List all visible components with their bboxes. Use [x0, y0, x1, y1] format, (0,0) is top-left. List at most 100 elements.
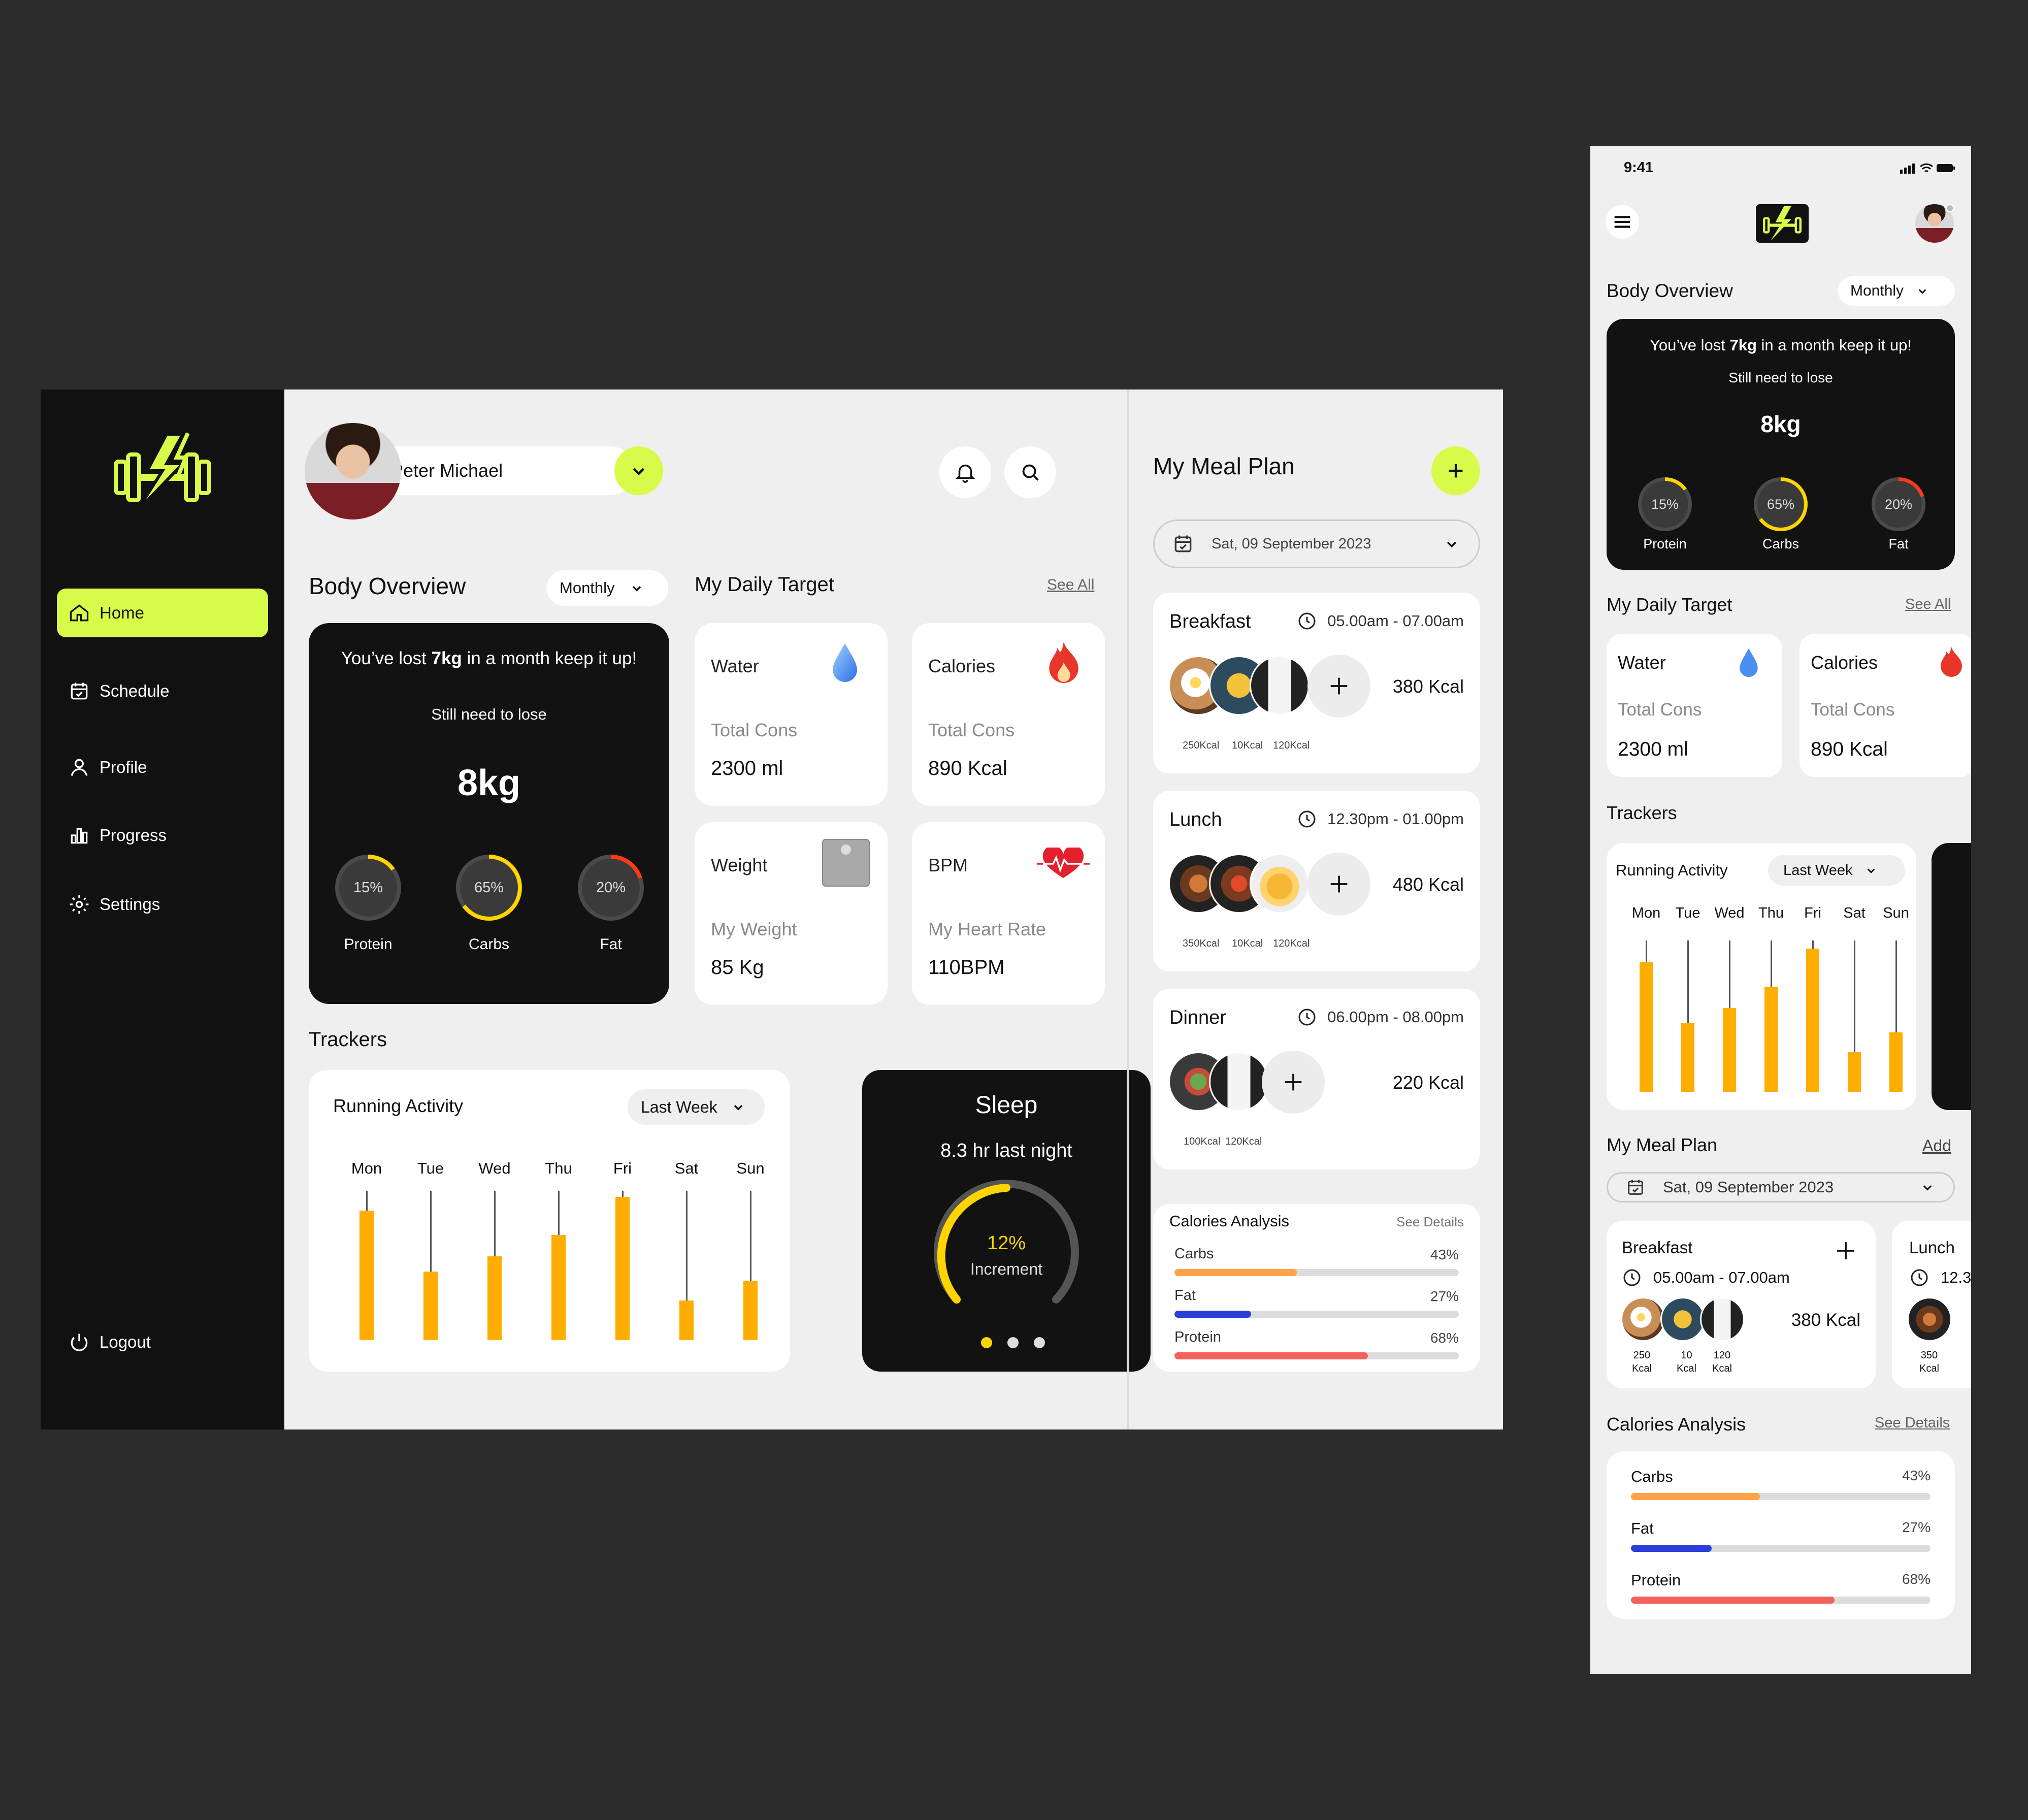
add-food-button[interactable]: [1307, 853, 1370, 916]
calories-card[interactable]: Calories Total Cons 890 Kcal: [1800, 634, 1971, 777]
see-details-link[interactable]: See Details: [1875, 1415, 1950, 1432]
see-all-link[interactable]: See All: [1905, 596, 1951, 613]
meal-card-breakfast[interactable]: Breakfast 05.00am - 07.00am 380 Kcal 250…: [1153, 593, 1480, 773]
nav-progress[interactable]: Progress: [57, 811, 268, 860]
body-overview-period-select[interactable]: Monthly: [546, 570, 668, 606]
flame-icon: [1941, 646, 1962, 677]
nav-settings[interactable]: Settings: [57, 880, 268, 929]
bar-sun[interactable]: [743, 1281, 758, 1340]
analysis-pct: 43%: [1902, 1468, 1931, 1483]
date-select[interactable]: Sat, 09 September 2023: [1153, 519, 1480, 568]
gear-icon: [70, 895, 89, 914]
food-image-banana: [1660, 1297, 1705, 1342]
bar-sat[interactable]: [1848, 1052, 1861, 1092]
sleep-card-peek[interactable]: [1932, 843, 1971, 1110]
bar-tue[interactable]: [1681, 1023, 1694, 1092]
plus-icon: [1330, 677, 1348, 695]
card-value: 2300 ml: [1618, 738, 1688, 760]
sleep-title: Sleep: [975, 1092, 1038, 1119]
nav-profile[interactable]: Profile: [57, 743, 268, 792]
calories-card[interactable]: Calories Total Cons 890 Kcal: [912, 623, 1105, 806]
running-title: Running Activity: [333, 1095, 464, 1116]
carousel-dots[interactable]: [981, 1337, 1045, 1348]
analysis-bar-protein: [1631, 1597, 1931, 1604]
bar-wed[interactable]: [1723, 1008, 1736, 1092]
bar-tue[interactable]: [423, 1272, 438, 1340]
dot-active[interactable]: [981, 1337, 992, 1348]
bar-wed[interactable]: [487, 1256, 502, 1340]
bar-thu[interactable]: [551, 1235, 566, 1340]
bar-sun[interactable]: [1889, 1032, 1903, 1092]
meal-card-breakfast[interactable]: Breakfast 05.00am - 07.00am 380 Kcal 250…: [1607, 1221, 1876, 1388]
home-icon: [70, 604, 89, 622]
card-sub: Total Cons: [1618, 700, 1702, 720]
meal-kcal: 220 Kcal: [1392, 1072, 1464, 1093]
search-button[interactable]: [1004, 446, 1056, 498]
card-title: Water: [1618, 652, 1666, 673]
nav-label: Profile: [100, 758, 147, 776]
bar-thu[interactable]: [1764, 987, 1778, 1092]
analysis-label: Protein: [1174, 1329, 1221, 1345]
daily-target-title: My Daily Target: [1607, 594, 1732, 615]
add-food-button[interactable]: [1262, 1051, 1325, 1114]
water-card[interactable]: Water Total Cons 2300 ml: [1607, 634, 1782, 777]
protein-ring: 15%: [335, 855, 401, 921]
date-select[interactable]: Sat, 09 September 2023: [1607, 1172, 1955, 1202]
plus-icon[interactable]: [1831, 1236, 1860, 1265]
meal-title: Lunch: [1909, 1238, 1955, 1257]
card-value: 890 Kcal: [1811, 738, 1888, 760]
avatar[interactable]: [305, 423, 401, 519]
chevron-down-icon: [1918, 289, 1926, 294]
analysis-bar-fill: [1174, 1311, 1252, 1318]
user-selector[interactable]: Peter Michael: [371, 446, 635, 495]
carbs-pct: 65%: [1757, 481, 1804, 528]
plus-icon: [1330, 875, 1348, 893]
body-overview-period-select[interactable]: Monthly: [1838, 276, 1955, 306]
daily-target-title: My Daily Target: [695, 573, 834, 596]
bar-mon[interactable]: [359, 1211, 374, 1340]
clock-icon: [1298, 612, 1316, 630]
user-dropdown-button[interactable]: [614, 446, 663, 495]
nav-home[interactable]: Home: [57, 589, 268, 637]
app-logo[interactable]: [107, 430, 218, 516]
tick-label-sun: Sun: [1883, 905, 1909, 921]
tick-label-wed: Wed: [1714, 905, 1745, 921]
running-period-select[interactable]: Last Week: [1768, 855, 1905, 886]
weight-card[interactable]: Weight My Weight 85 Kg: [695, 822, 888, 1005]
bar-sat[interactable]: [679, 1301, 694, 1340]
bpm-card[interactable]: BPM My Heart Rate 110BPM: [912, 822, 1105, 1005]
sleep-label: Increment: [970, 1260, 1043, 1278]
add-meal-button[interactable]: [1431, 446, 1480, 495]
meal-card-dinner[interactable]: Dinner 06.00pm - 08.00pm 220 Kcal 100Kca…: [1153, 989, 1480, 1169]
add-meal-link[interactable]: Add: [1922, 1136, 1951, 1155]
see-details-link[interactable]: See Details: [1396, 1214, 1464, 1230]
menu-button[interactable]: [1606, 205, 1639, 239]
logout-button[interactable]: Logout: [57, 1318, 268, 1367]
water-card[interactable]: Water Total Cons 2300 ml: [695, 623, 888, 806]
clock-icon: [1911, 1269, 1928, 1286]
running-period-select[interactable]: Last Week: [628, 1089, 765, 1125]
calendar-icon: [71, 682, 88, 700]
clock-icon: [1298, 1009, 1316, 1026]
meal-title: Dinner: [1169, 1007, 1226, 1028]
food-image-milk: [1700, 1297, 1745, 1342]
app-logo[interactable]: [1756, 204, 1809, 243]
see-all-link[interactable]: See All: [1047, 576, 1094, 594]
running-activity-card: Running Activity Last Week Mon Tue Wed Thu F…: [1607, 843, 1916, 1110]
running-title: Running Activity: [1616, 861, 1728, 879]
food-kcal: 10Kcal: [1232, 740, 1263, 751]
dot[interactable]: [1007, 1337, 1019, 1348]
food-image-meal: [1907, 1297, 1952, 1342]
dot[interactable]: [1034, 1337, 1045, 1348]
period-label: Last Week: [641, 1097, 717, 1116]
meal-card-lunch[interactable]: Lunch 12.30pm - 01.00pm 480 Kcal 350Kcal…: [1153, 791, 1480, 971]
bar-fri[interactable]: [615, 1197, 630, 1340]
notifications-button[interactable]: [939, 446, 991, 498]
add-food-button[interactable]: [1307, 655, 1370, 718]
bar-fri[interactable]: [1806, 949, 1819, 1092]
nav-schedule[interactable]: Schedule: [57, 667, 268, 716]
meal-card-lunch-peek[interactable]: Lunch 12.3 350 Kcal: [1892, 1221, 1971, 1388]
bar-mon[interactable]: [1640, 962, 1653, 1092]
analysis-pct: 27%: [1430, 1288, 1459, 1304]
meal-time: 05.00am - 07.00am: [1622, 1268, 1790, 1288]
